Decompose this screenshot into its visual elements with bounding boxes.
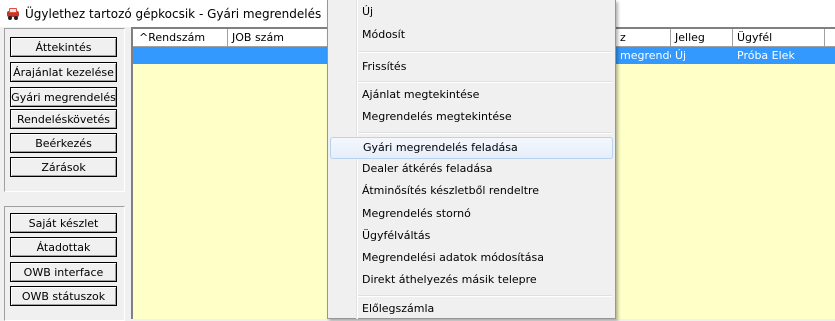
menu-item-megrendeles-megtekintese[interactable]: Megrendelés megtekintése <box>330 106 613 128</box>
menu-item-gyari-megrendeles-feladasa[interactable]: Gyári megrendelés feladása <box>330 137 613 159</box>
menu-item-direkt-athelyezes[interactable]: Direkt áthelyezés másik telepre <box>330 269 613 291</box>
left-nav-panel: Áttekintés Árajánlat kezelése Gyári megr… <box>0 27 126 321</box>
menu-item-eloleg-szamla[interactable]: Előlegszámla <box>330 298 613 320</box>
menu-separator <box>358 81 612 83</box>
menu-separator <box>358 132 612 134</box>
column-header-rendszam[interactable]: ^Rendszám <box>135 29 228 46</box>
nav-button-atadottak[interactable]: Átadottak <box>10 237 117 257</box>
menu-item-megrendeles-storno[interactable]: Megrendelés stornó <box>330 203 613 225</box>
menu-item-megrendelesi-adatok-modositasa[interactable]: Megrendelési adatok módosítása <box>330 247 613 269</box>
menu-item-frissites[interactable]: Frissítés <box>330 56 613 78</box>
cell-status: megrendé... <box>620 49 671 62</box>
column-header-job-szam[interactable]: JOB szám <box>228 29 328 46</box>
cell-ugyfel: Próba Elek <box>737 49 795 62</box>
nav-button-gyari-megrendeles[interactable]: Gyári megrendelés <box>10 87 117 107</box>
cell-jelleg: Új <box>675 49 687 62</box>
column-header-ugyfel[interactable]: Ügyfél <box>733 29 825 46</box>
menu-separator <box>358 295 612 297</box>
column-header-z[interactable]: z <box>616 29 671 46</box>
menu-item-atminosites[interactable]: Átminősítés készletből rendeltre <box>330 180 613 202</box>
nav-button-owb-interface[interactable]: OWB interface <box>10 262 117 282</box>
nav-button-beerkezes[interactable]: Beérkezés <box>10 133 117 153</box>
menu-separator <box>358 51 612 53</box>
nav-button-sajat-keszlet[interactable]: Saját készlet <box>10 213 117 233</box>
menu-item-ugyfelvaltas[interactable]: Ügyfélváltás <box>330 225 613 247</box>
window-title: Ügylethez tartozó gépkocsik - Gyári megr… <box>25 6 322 21</box>
column-header-jelleg[interactable]: Jelleg <box>671 29 733 46</box>
nav-button-arajanlat-kezelese[interactable]: Árajánlat kezelése <box>10 62 117 82</box>
nav-button-owb-statuszok[interactable]: OWB státuszok <box>10 286 117 306</box>
menu-item-modosit[interactable]: Módosít <box>330 24 613 46</box>
menu-item-dealer-atkeres-feladasa[interactable]: Dealer átkérés feladása <box>330 158 613 180</box>
context-menu: Új Módosít Frissítés Ajánlat megtekintés… <box>327 0 616 319</box>
nav-button-zarasok[interactable]: Zárások <box>10 157 117 177</box>
nav-button-rendeleskovetes[interactable]: Rendeléskövetés <box>10 109 117 129</box>
car-icon <box>7 7 19 20</box>
nav-button-attekintes[interactable]: Áttekintés <box>10 37 117 57</box>
menu-item-uj[interactable]: Új <box>330 1 613 23</box>
menu-item-ajanlat-megtekintese[interactable]: Ajánlat megtekintése <box>330 84 613 106</box>
